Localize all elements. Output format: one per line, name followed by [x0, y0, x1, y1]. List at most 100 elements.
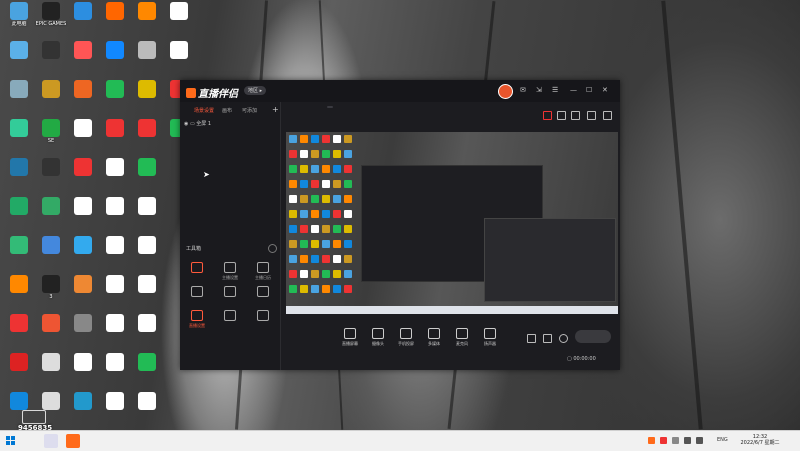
desktop-icon[interactable] [66, 392, 100, 411]
desktop-icon[interactable] [34, 314, 68, 333]
desktop-icon[interactable] [130, 2, 164, 21]
desktop-icon[interactable] [130, 236, 164, 255]
toolbox-item[interactable] [248, 310, 278, 323]
desktop-icon[interactable] [34, 158, 68, 177]
desktop-icon[interactable] [98, 119, 132, 138]
desktop-icon[interactable] [66, 119, 100, 138]
desktop-icon[interactable] [2, 158, 36, 177]
toolbox-item[interactable] [182, 262, 212, 275]
desktop-icon[interactable] [2, 236, 36, 255]
room-tag[interactable] [327, 106, 333, 108]
go-live-button[interactable] [575, 330, 611, 343]
desktop-icon[interactable] [130, 392, 164, 411]
toolbox-item[interactable]: 主播日历 [248, 262, 278, 281]
desktop-icon[interactable]: EPIC GAMES [34, 2, 68, 27]
desktop-icon[interactable] [98, 392, 132, 411]
desktop-icon[interactable] [66, 275, 100, 294]
source-button[interactable]: 扬声器 [473, 328, 507, 347]
desktop-icon[interactable] [162, 41, 196, 60]
desktop-icon[interactable] [66, 158, 100, 177]
desktop-icon[interactable] [2, 275, 36, 294]
desktop-icon[interactable] [98, 197, 132, 216]
desktop-icon[interactable] [66, 314, 100, 333]
toolbox-item[interactable] [248, 286, 278, 299]
tab-scenes[interactable]: 场景设置 [194, 107, 214, 114]
clock[interactable]: 12:32 2022/6/7 星期二 [740, 434, 780, 446]
volume-icon[interactable] [543, 334, 552, 343]
desktop-icon[interactable] [34, 353, 68, 372]
desktop-icon[interactable] [2, 80, 36, 99]
tray-app-icon[interactable] [648, 437, 655, 444]
speaker-icon[interactable] [696, 437, 703, 444]
desktop-icon[interactable]: 3 [34, 275, 68, 300]
minimize-button[interactable]: — [570, 86, 577, 94]
gift-icon[interactable] [543, 111, 552, 120]
desktop-icon[interactable] [98, 314, 132, 333]
desktop-icon[interactable]: SE [34, 119, 68, 144]
desktop-icon[interactable] [130, 158, 164, 177]
livestream-app-icon[interactable] [66, 434, 80, 448]
desktop-icon[interactable] [98, 353, 132, 372]
desktop-icon[interactable] [98, 236, 132, 255]
desktop-icon[interactable] [34, 80, 68, 99]
desktop-icon[interactable] [130, 119, 164, 138]
desktop-icon[interactable] [2, 353, 36, 372]
tab-addable[interactable]: 可添加 [242, 107, 257, 114]
gear-icon[interactable] [559, 334, 568, 343]
network-icon[interactable] [684, 437, 691, 444]
desktop-icon[interactable] [66, 80, 100, 99]
desktop-icon[interactable] [66, 236, 100, 255]
desktop-icon[interactable] [130, 197, 164, 216]
language-indicator[interactable]: ENG [717, 437, 728, 443]
lock-icon[interactable] [557, 111, 566, 120]
toolbox-item[interactable]: 主播设置 [215, 262, 245, 281]
desktop-icon[interactable] [130, 314, 164, 333]
desktop-icon[interactable] [2, 392, 36, 411]
desktop-icon[interactable] [34, 41, 68, 60]
toolbox-item[interactable] [182, 286, 212, 299]
tab-canvas[interactable]: 画布 [222, 107, 232, 114]
desktop-icon[interactable] [34, 392, 68, 411]
desktop-icon[interactable] [66, 2, 100, 21]
add-scene-button[interactable]: + [272, 105, 279, 114]
desktop-icon[interactable] [2, 314, 36, 333]
toolbox-item[interactable] [215, 286, 245, 299]
scene-item[interactable]: ◉ ▭ 全屏 1 [184, 120, 211, 127]
envelope-icon[interactable]: ✉ [520, 86, 526, 94]
user-avatar[interactable] [498, 84, 513, 99]
region-selector[interactable]: 地区 ▸ [244, 86, 267, 95]
desktop-icon[interactable] [98, 158, 132, 177]
desktop-icon[interactable] [2, 119, 36, 138]
stream-preview[interactable] [286, 132, 618, 314]
tray-chevron-icon[interactable] [672, 437, 679, 444]
settings-icon[interactable]: ☰ [552, 86, 558, 94]
start-button[interactable] [6, 436, 16, 446]
desktop-icon[interactable] [130, 80, 164, 99]
maximize-button[interactable]: ☐ [586, 86, 592, 94]
desktop-icon[interactable] [130, 275, 164, 294]
bell-icon[interactable] [587, 111, 596, 120]
desktop-icon[interactable] [98, 41, 132, 60]
camera-toggle-icon[interactable] [527, 334, 536, 343]
expand-icon[interactable]: ⇲ [536, 86, 542, 94]
toolbox-item[interactable]: 直播设置 [182, 310, 212, 329]
taskview-icon[interactable] [44, 434, 58, 448]
desktop-icon[interactable]: 此电脑 [2, 2, 36, 27]
close-button[interactable]: ✕ [602, 86, 608, 94]
desktop-icon[interactable] [66, 197, 100, 216]
desktop-icon[interactable] [2, 41, 36, 60]
desktop-icon[interactable] [130, 41, 164, 60]
share-icon[interactable] [603, 111, 612, 120]
desktop-icon[interactable] [34, 197, 68, 216]
toolbox-toggle[interactable] [268, 244, 277, 253]
screen-icon[interactable] [571, 111, 580, 120]
desktop-icon[interactable] [98, 80, 132, 99]
desktop-icon[interactable] [66, 353, 100, 372]
desktop-icon[interactable] [2, 197, 36, 216]
desktop-icon[interactable] [162, 2, 196, 21]
desktop-icon[interactable] [98, 2, 132, 21]
desktop-icon[interactable] [34, 236, 68, 255]
desktop-icon[interactable] [98, 275, 132, 294]
tray-app-icon-2[interactable] [660, 437, 667, 444]
toolbox-item[interactable] [215, 310, 245, 323]
